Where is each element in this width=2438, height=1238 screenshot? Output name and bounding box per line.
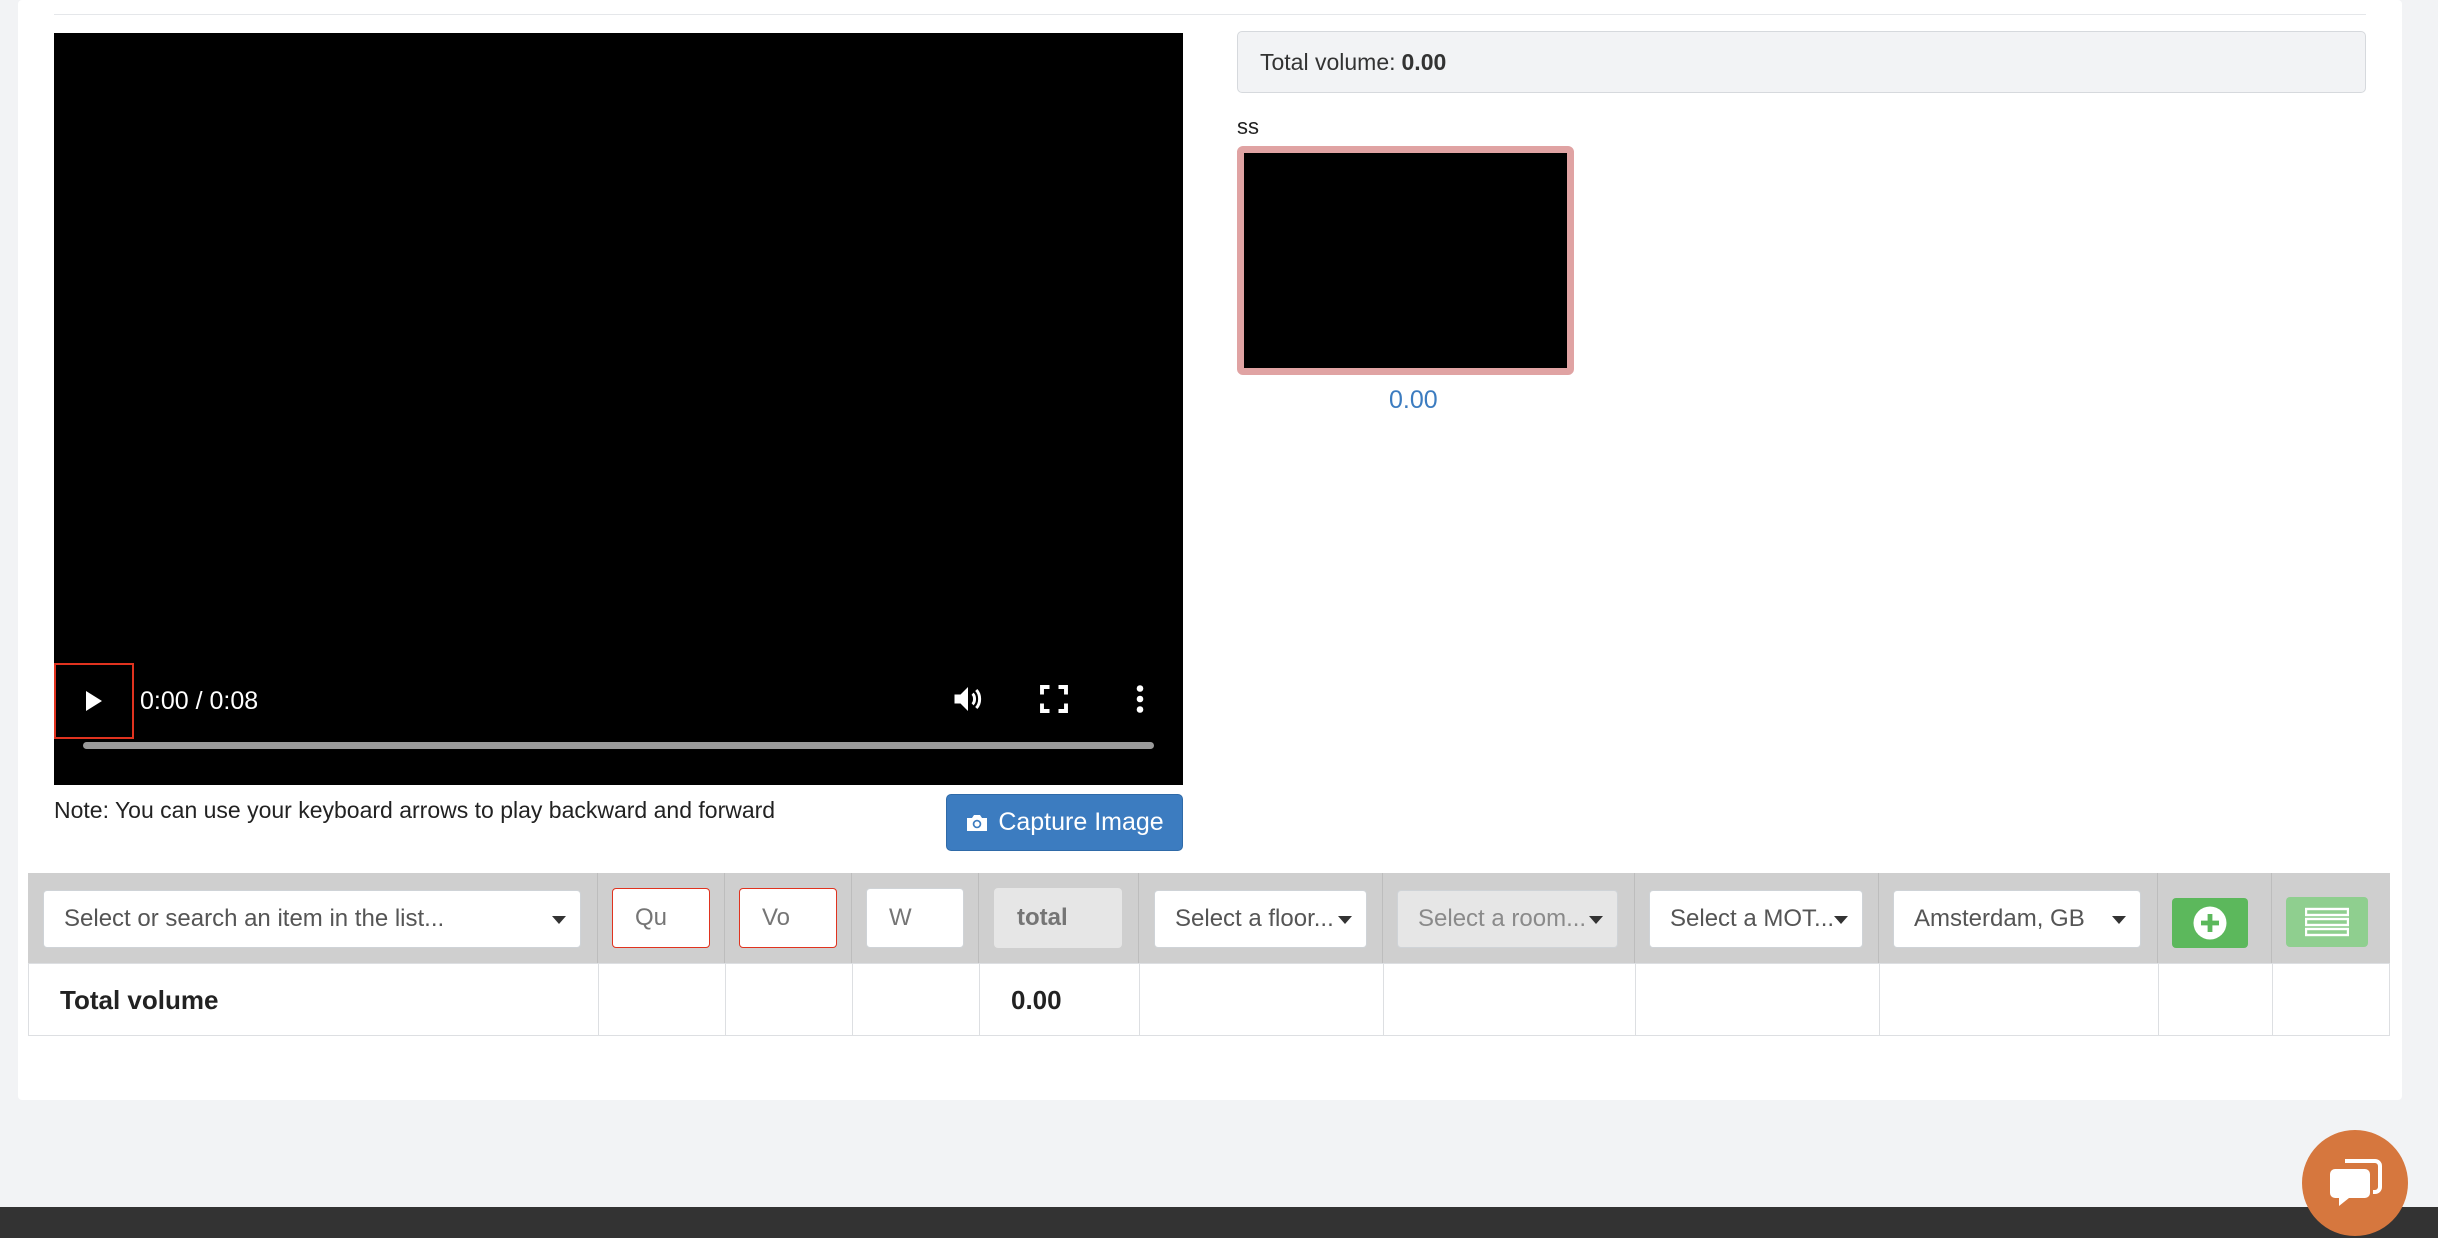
column-divider [597, 873, 598, 963]
weight-input[interactable] [866, 888, 964, 948]
column-divider [1878, 873, 1879, 963]
floor-select-value: Select a floor... [1175, 905, 1334, 932]
column-divider [724, 873, 725, 963]
totals-row-value: 0.00 [1011, 985, 1062, 1015]
total-input [994, 888, 1122, 948]
thumbnail-image[interactable] [1237, 146, 1574, 375]
column-divider [2158, 964, 2159, 1035]
chat-icon [2330, 1159, 2382, 1206]
column-divider [725, 964, 726, 1035]
column-divider [2271, 873, 2272, 963]
footer-bar [0, 1207, 2438, 1238]
mot-select-value: Select a MOT... [1670, 905, 1835, 932]
room-select-value: Select a room... [1418, 905, 1587, 932]
column-divider [978, 873, 979, 963]
location-select-value: Amsterdam, GB [1914, 905, 2085, 932]
mot-select[interactable]: Select a MOT... [1649, 890, 1863, 948]
plus-circle-icon [2193, 906, 2227, 940]
play-button[interactable] [54, 663, 134, 739]
location-select[interactable]: Amsterdam, GB [1893, 890, 2141, 948]
column-divider [1382, 873, 1383, 963]
column-divider [1383, 964, 1384, 1035]
column-divider [979, 964, 980, 1035]
play-icon [86, 691, 102, 711]
item-select[interactable]: Select or search an item in the list... [43, 890, 581, 948]
floor-select[interactable]: Select a floor... [1154, 890, 1367, 948]
thumbnail-value: 0.00 [1389, 386, 1438, 414]
chevron-down-icon [552, 916, 566, 924]
chevron-down-icon [1589, 916, 1603, 924]
column-divider [1634, 873, 1635, 963]
camera-icon [967, 814, 988, 831]
add-item-button[interactable] [2172, 898, 2248, 948]
list-icon [2305, 907, 2349, 937]
totals-row-label: Total volume [60, 985, 219, 1015]
chevron-down-icon [1834, 916, 1848, 924]
chat-button[interactable] [2302, 1130, 2408, 1236]
video-time: 0:00 / 0:08 [140, 687, 259, 715]
column-divider [852, 964, 853, 1035]
column-divider [598, 964, 599, 1035]
thumbnail-name: ss [1237, 114, 1259, 139]
keyboard-note: Note: You can use your keyboard arrows t… [54, 797, 776, 823]
seek-bar[interactable] [83, 742, 1154, 749]
column-divider [1879, 964, 1880, 1035]
total-volume-value: 0.00 [1401, 48, 1447, 75]
total-volume-label: Total volume: [1260, 48, 1396, 75]
column-divider [2157, 873, 2158, 963]
item-select-value: Select or search an item in the list... [64, 905, 445, 932]
column-divider [1635, 964, 1636, 1035]
capture-image-button[interactable]: Capture Image [946, 794, 1183, 851]
capture-image-label: Capture Image [998, 808, 1164, 836]
column-divider [2272, 964, 2273, 1035]
quantity-input[interactable] [612, 888, 710, 948]
column-divider [851, 873, 852, 963]
column-divider [1138, 873, 1139, 963]
volume-icon[interactable] [950, 681, 986, 717]
totals-row [28, 963, 2390, 1036]
column-divider [1139, 964, 1140, 1035]
video-player[interactable]: 0:00 / 0:08 [54, 33, 1183, 785]
more-vert-icon[interactable] [1122, 681, 1158, 717]
top-divider [54, 14, 2366, 15]
total-volume-box: Total volume: 0.00 [1237, 31, 2366, 93]
chevron-down-icon [2112, 916, 2126, 924]
volume-input[interactable] [739, 888, 837, 948]
fullscreen-icon[interactable] [1036, 681, 1072, 717]
chevron-down-icon [1338, 916, 1352, 924]
room-select: Select a room... [1397, 890, 1618, 948]
list-view-button[interactable] [2286, 897, 2368, 947]
